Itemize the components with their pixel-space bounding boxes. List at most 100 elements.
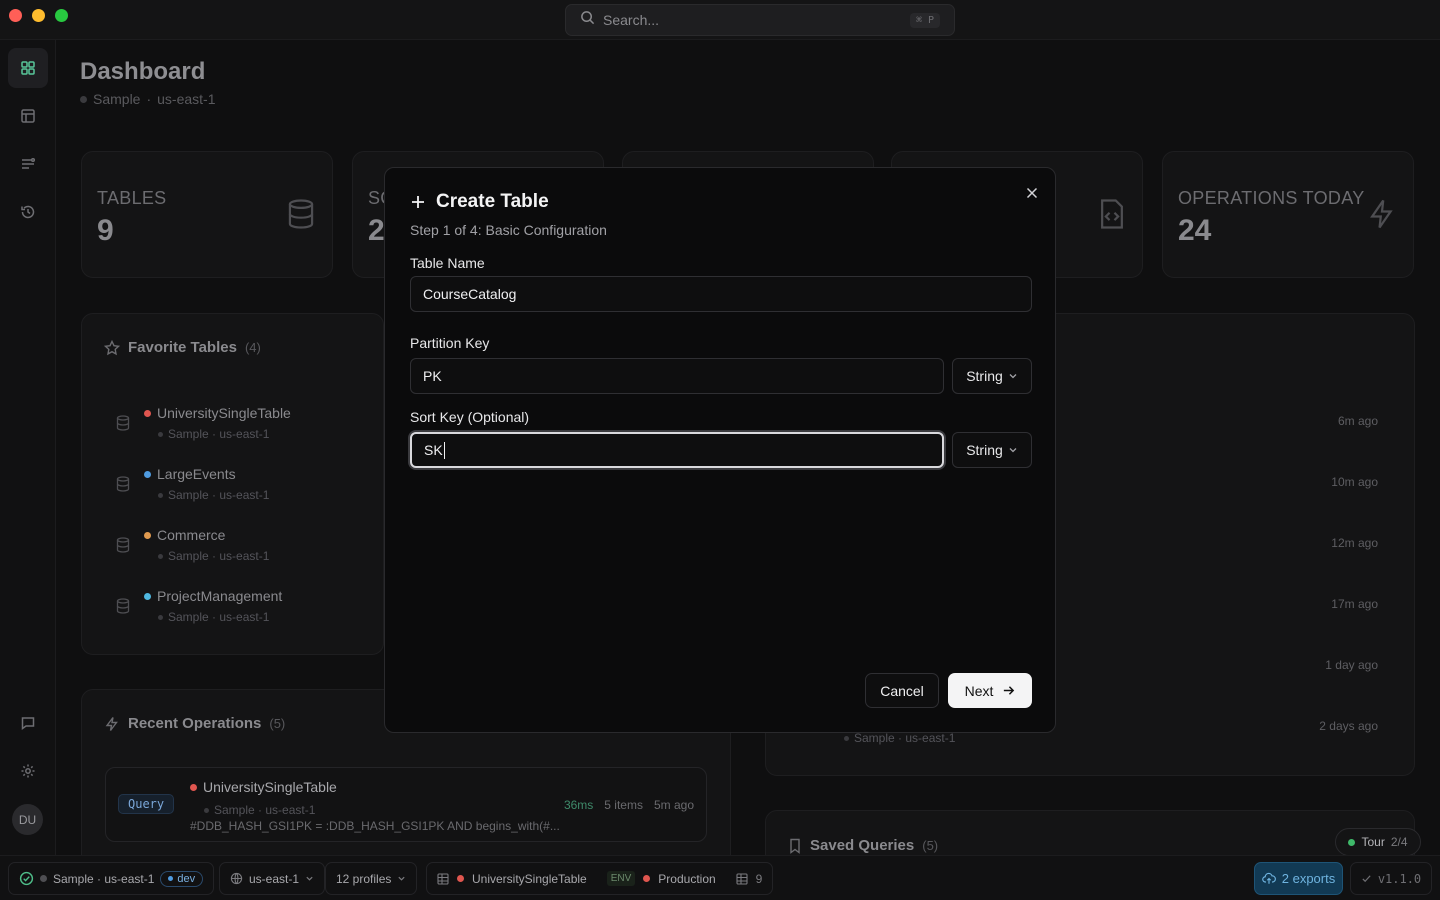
chevron-down-icon [1009,374,1017,379]
global-search[interactable]: Search... ⌘ P [565,4,955,36]
table-name-label: Table Name [410,255,485,271]
connection-status[interactable]: Sample · us-east-1 dev [8,862,215,895]
partition-key-type-select[interactable]: String [952,358,1032,394]
favorite-table-meta: Sample · us-east-1 [168,549,270,563]
env-tag: dev [160,870,204,887]
chevron-down-icon [306,876,313,881]
stat-card-tables[interactable]: TABLES 9 [81,151,333,278]
cloud-upload-icon [1261,872,1276,884]
separator: · [146,91,152,107]
operation-query: #DDB_HASH_GSI1PK = :DDB_HASH_GSI1PK AND … [190,819,560,833]
tour-progress: 2/4 [1390,835,1408,849]
sort-key-value: SK [424,442,443,458]
table-color-dot [144,470,151,478]
saved-queries-count: (5) [922,838,939,853]
sidebar-item-settings[interactable] [8,751,48,791]
operation-stats: 36ms 5 items 5m ago [564,798,694,812]
favorite-table-meta: Sample · us-east-1 [168,610,270,624]
operation-card[interactable]: Query UniversitySingleTable Sample · us-… [105,767,707,842]
modal-title: Create Table [410,191,549,213]
sidebar-item-dashboard[interactable] [8,48,48,88]
table-icon [437,872,449,885]
history-icon [21,205,35,219]
partition-key-type-value: String [966,368,1003,384]
stat-card-operations[interactable]: OPERATIONS TODAY 24 [1162,151,1414,278]
avatar[interactable]: DU [12,804,43,835]
connection-dot [40,875,47,882]
sidebar-item-feedback[interactable] [8,703,48,743]
connection-name: Sample [93,91,141,107]
favorite-table-name: Commerce [157,527,226,543]
create-table-modal: Create Table Step 1 of 4: Basic Configur… [384,167,1056,733]
table-color-dot [190,783,197,791]
globe-icon [230,872,243,885]
status-dot [204,807,209,813]
search-icon [580,10,595,30]
close-icon[interactable] [1023,184,1041,202]
check-circle-icon [19,871,34,886]
exports-button[interactable]: 2 exports [1254,862,1343,895]
sidebar-item-history[interactable] [8,192,48,232]
partition-key-input[interactable]: PK [410,358,944,394]
activity-meta-text: Sample · us-east-1 [854,731,956,745]
filter-icon [22,157,36,169]
active-table-status[interactable]: UniversitySingleTable ENV Production 9 [426,862,774,895]
version-badge[interactable]: v1.1.0 [1350,862,1432,895]
env-label: ENV [606,871,636,886]
table-color-dot [144,531,151,539]
activity-time: 10m ago [1331,475,1378,489]
lightning-icon [1370,199,1393,229]
maximize-window-button[interactable] [55,9,68,22]
table-name-input[interactable]: CourseCatalog [410,276,1032,312]
activity-meta: Sample · us-east-1 [844,731,955,745]
check-icon [1362,875,1371,883]
page-title: Dashboard [80,58,206,85]
status-dot [158,614,163,620]
sort-key-type-value: String [966,442,1003,458]
status-environment: Production [658,871,716,886]
status-connection: Sample · us-east-1 [53,871,155,886]
tour-button[interactable]: Tour 2/4 [1335,828,1421,856]
database-icon [116,476,130,492]
favorite-table-name: UniversitySingleTable [157,405,291,421]
env-tag-text: dev [177,872,196,885]
operation-meta: Sample · us-east-1 [204,803,315,817]
close-window-button[interactable] [9,9,22,22]
operation-meta-text: Sample · us-east-1 [214,803,316,817]
connection-region: us-east-1 [157,91,216,107]
status-dot [158,492,163,498]
recent-operations-count: (5) [269,716,286,731]
cancel-button[interactable]: Cancel [865,673,939,708]
sort-key-label: Sort Key (Optional) [410,409,530,425]
table-color-dot [457,875,464,882]
favorite-table-meta: Sample · us-east-1 [168,488,270,502]
sort-key-input[interactable]: SK [410,432,944,468]
operation-items: 5 items [604,798,643,812]
favorite-table-meta: Sample · us-east-1 [168,427,270,441]
operation-type-badge: Query [118,794,175,814]
chevron-down-icon [398,876,405,881]
connection-status-dot [80,95,87,103]
sidebar-item-tables[interactable] [8,96,48,136]
favorite-tables-title: Favorite Tables [128,339,237,356]
status-bar: Sample · us-east-1 dev us-east-1 12 prof… [0,855,1440,900]
table-icon [21,109,35,123]
sidebar-item-query[interactable] [8,144,48,184]
stat-label: OPERATIONS TODAY [1178,188,1365,208]
profiles-selector[interactable]: 12 profiles [325,862,418,895]
tour-status-dot [1348,838,1356,846]
status-table: UniversitySingleTable [472,871,587,886]
table-color-dot [144,592,151,600]
operation-table-name: UniversitySingleTable [203,779,337,795]
next-button-label: Next [964,682,994,699]
chevron-down-icon [1009,448,1017,453]
stat-value: 2 [368,214,385,247]
star-icon [104,339,120,355]
sort-key-type-select[interactable]: String [952,432,1032,468]
next-button[interactable]: Next [948,673,1032,708]
operation-duration: 36ms [563,798,594,812]
database-icon [288,199,314,229]
minimize-window-button[interactable] [32,9,45,22]
partition-key-value: PK [423,368,442,384]
region-selector[interactable]: us-east-1 [219,862,326,895]
